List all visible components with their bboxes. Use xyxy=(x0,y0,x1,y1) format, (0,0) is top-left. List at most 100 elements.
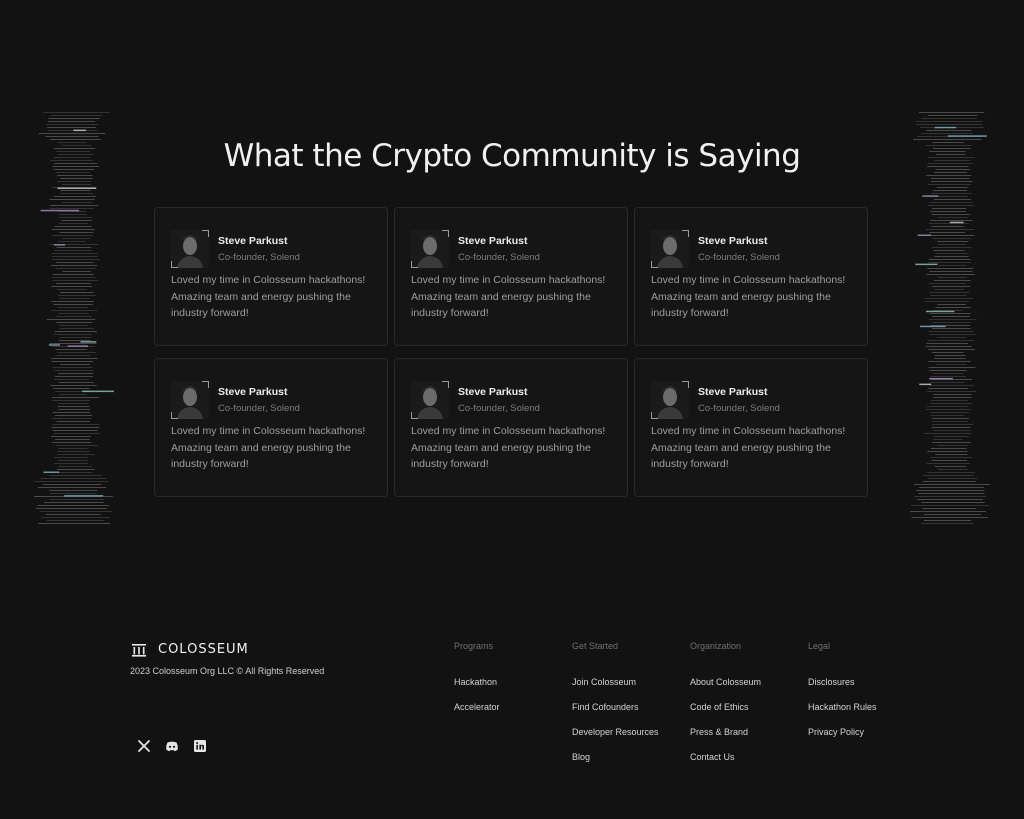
footer-link-press-brand[interactable]: Press & Brand xyxy=(690,727,761,752)
pillar-line xyxy=(58,394,87,395)
pillar-line xyxy=(57,448,88,449)
pillar-line xyxy=(931,193,973,194)
pillar-glitch-accent xyxy=(48,344,60,346)
pillar-line xyxy=(926,130,972,131)
column-heading: Programs xyxy=(454,641,494,651)
footer-column-programs: Programs Hackathon Accelerator xyxy=(454,641,500,727)
footer-link-developer-resources[interactable]: Developer Resources xyxy=(572,727,659,752)
pillar-line xyxy=(932,238,972,239)
pillar-line xyxy=(931,421,968,422)
footer-link-privacy-policy[interactable]: Privacy Policy xyxy=(808,727,877,752)
footer-link-join-colosseum[interactable]: Join Colosseum xyxy=(572,677,659,702)
pillar-line xyxy=(55,355,90,356)
linkedin-icon[interactable] xyxy=(193,739,207,753)
pillar-line xyxy=(933,436,969,437)
footer-link-hackathon-rules[interactable]: Hackathon Rules xyxy=(808,702,877,727)
pillar-line xyxy=(52,280,98,281)
pillar-line xyxy=(921,118,977,119)
pillar-line xyxy=(51,253,98,254)
pillar-glitch-accent xyxy=(57,187,97,189)
pillar-line xyxy=(58,214,87,215)
pillar-line xyxy=(49,343,97,344)
author-name: Steve Parkust xyxy=(698,235,768,247)
pillar-line xyxy=(60,193,94,194)
pillar-line xyxy=(50,265,98,266)
footer-column-get-started: Get Started Join Colosseum Find Cofounde… xyxy=(572,641,659,777)
pillar-line xyxy=(934,355,966,356)
avatar xyxy=(411,230,449,268)
pillar-line xyxy=(934,289,964,290)
pillar-line xyxy=(932,190,968,191)
pillar-glitch-accent xyxy=(82,390,114,393)
pillar-glitch-accent xyxy=(80,341,97,343)
pillar-line xyxy=(922,508,977,509)
pillar-line xyxy=(60,190,91,191)
pillar-line xyxy=(58,340,91,341)
pillar-line xyxy=(58,403,89,404)
footer-link-about-colosseum[interactable]: About Colosseum xyxy=(690,677,761,702)
pillar-glitch-accent xyxy=(73,129,86,132)
pillar-line xyxy=(52,412,90,413)
avatar xyxy=(651,381,689,419)
pillar-line xyxy=(937,304,966,305)
pillar-line xyxy=(923,520,971,521)
pillar-line xyxy=(925,346,972,347)
author-role: Co-founder, Solend xyxy=(458,403,540,414)
x-icon[interactable] xyxy=(137,739,151,753)
pillar-line xyxy=(51,427,100,428)
pillar-line xyxy=(929,313,971,314)
pillar-line xyxy=(910,511,986,512)
pillar-line xyxy=(928,349,976,350)
pillar-line xyxy=(935,253,969,254)
footer-brand[interactable]: COLOSSEUM xyxy=(132,642,249,657)
pillar-line xyxy=(937,469,968,470)
pillar-line xyxy=(937,217,969,218)
pillar-line xyxy=(54,376,93,377)
pillar-line xyxy=(52,274,94,275)
pillar-line xyxy=(923,481,976,482)
footer-link-accelerator[interactable]: Accelerator xyxy=(454,702,500,727)
pillar-line xyxy=(54,457,89,458)
pillar-line xyxy=(928,478,978,479)
pillar-line xyxy=(46,124,99,125)
pillar-line xyxy=(937,445,969,446)
pillar-line xyxy=(54,250,93,251)
pillar-line xyxy=(914,484,990,485)
pillar-line xyxy=(57,472,93,473)
pillar-line xyxy=(44,502,104,503)
pillar-line xyxy=(48,130,98,131)
author-role: Co-founder, Solend xyxy=(458,252,540,263)
pillar-line xyxy=(57,469,95,470)
avatar xyxy=(651,230,689,268)
pillar-line xyxy=(928,331,974,332)
pillar-line xyxy=(48,118,100,119)
author-name: Steve Parkust xyxy=(218,235,288,247)
testimonial-card: Steve Parkust Co-founder, Solend Loved m… xyxy=(634,358,868,497)
pillar-line xyxy=(57,181,92,182)
pillar-line xyxy=(37,487,106,488)
pillar-line xyxy=(49,490,98,491)
pillar-line xyxy=(929,412,970,413)
pillar-line xyxy=(932,424,974,425)
pillar-line xyxy=(50,115,103,116)
pillar-line xyxy=(54,226,92,227)
discord-icon[interactable] xyxy=(165,739,179,753)
footer-link-find-cofounders[interactable]: Find Cofounders xyxy=(572,702,659,727)
pillar-line xyxy=(55,322,93,323)
footer-link-contact-us[interactable]: Contact Us xyxy=(690,752,761,777)
avatar xyxy=(171,381,209,419)
avatar xyxy=(171,230,209,268)
pillar-line xyxy=(928,115,978,116)
pillar-line xyxy=(54,415,93,416)
pillar-line xyxy=(928,283,966,284)
footer-link-blog[interactable]: Blog xyxy=(572,752,659,777)
testimonial-quote: Loved my time in Colosseum hackathons! A… xyxy=(651,425,846,470)
author-name: Steve Parkust xyxy=(458,235,528,247)
footer-link-hackathon[interactable]: Hackathon xyxy=(454,677,500,702)
pillar-line xyxy=(60,292,94,293)
pillar-line xyxy=(935,307,971,308)
testimonial-quote: Loved my time in Colosseum hackathons! A… xyxy=(411,274,606,319)
footer-link-code-of-ethics[interactable]: Code of Ethics xyxy=(690,702,761,727)
footer-link-disclosures[interactable]: Disclosures xyxy=(808,677,877,702)
pillar-glitch-accent xyxy=(947,135,987,137)
